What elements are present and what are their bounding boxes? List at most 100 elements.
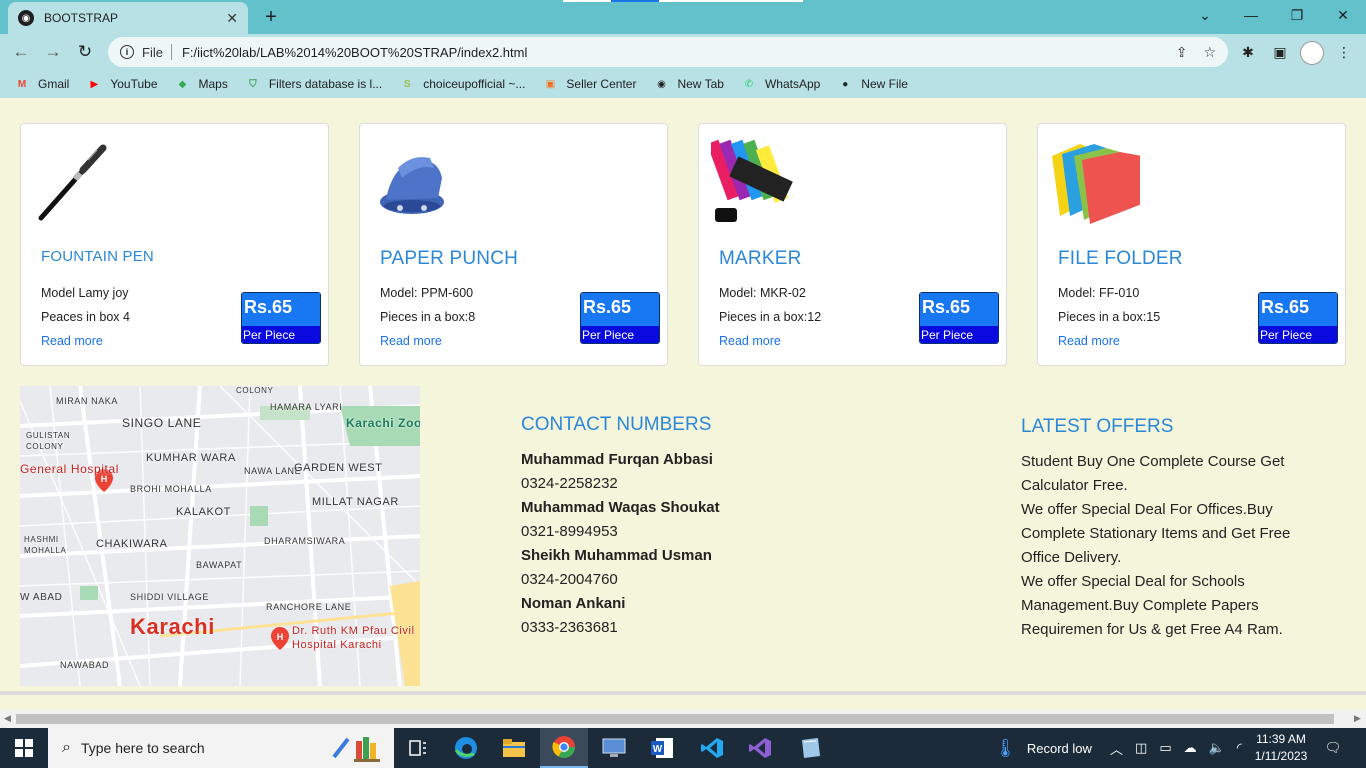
map-label: BAWAPAT	[196, 560, 243, 570]
chevron-up-icon[interactable]: ︿	[1110, 739, 1123, 758]
word-icon[interactable]: W	[638, 728, 686, 768]
restore-button[interactable]: ❐	[1274, 0, 1320, 30]
bookmark-item[interactable]: ▣ Seller Center	[542, 77, 637, 91]
search-highlight-icon[interactable]	[318, 728, 390, 768]
extensions-icon[interactable]: ✱	[1238, 42, 1258, 62]
svg-text:W: W	[653, 744, 663, 755]
contact-entry: Sheikh Muhammad Usman 0324-2004760	[521, 544, 821, 592]
gmail-icon: M	[17, 78, 27, 90]
windows-start-button[interactable]	[0, 728, 48, 768]
scrollbar-thumb[interactable]	[16, 714, 1334, 724]
contact-entry: Noman Ankani 0333-2363681	[521, 592, 821, 640]
bookmark-label: Maps	[198, 77, 228, 91]
tab-search-chevron-icon[interactable]: ⌄	[1182, 0, 1228, 30]
read-more-link[interactable]: Read more	[380, 334, 442, 348]
menu-icon[interactable]: ⋮	[1334, 42, 1354, 62]
remote-desktop-icon[interactable]	[590, 728, 638, 768]
read-more-link[interactable]: Read more	[719, 334, 781, 348]
tab-hint	[563, 0, 611, 2]
minimize-button[interactable]: —	[1228, 0, 1274, 30]
shopify-icon: S	[403, 78, 411, 90]
bookmark-item[interactable]: M Gmail	[14, 77, 70, 91]
map-label: MILLAT NAGAR	[312, 496, 399, 508]
map-label: Karachi	[130, 614, 215, 639]
battery-icon[interactable]: ▭	[1159, 740, 1171, 756]
globe-icon: ◉	[657, 78, 666, 90]
file-explorer-icon[interactable]	[490, 728, 538, 768]
notifications-icon[interactable]: 🗨	[1322, 728, 1344, 768]
address-bar[interactable]: i File F:/iict%20lab/LAB%2014%20BOOT%20S…	[108, 37, 1228, 67]
tab-hint-active	[611, 0, 659, 2]
close-window-button[interactable]: ✕	[1320, 0, 1366, 30]
contact-entry: Muhammad Waqas Shoukat 0321-8994953	[521, 496, 821, 544]
product-title: FOUNTAIN PEN	[41, 248, 154, 265]
product-pieces: Peaces in box 4	[41, 310, 130, 324]
scroll-left-icon[interactable]: ◀	[4, 713, 11, 724]
globe-icon: ◉	[18, 10, 34, 26]
price-badge: Rs.65 Per Piece	[919, 292, 999, 344]
store-icon: ▣	[545, 78, 556, 90]
wifi-icon[interactable]: ◜	[1237, 740, 1242, 756]
meet-now-icon[interactable]: ◫	[1135, 740, 1147, 756]
notes-app-icon[interactable]	[786, 728, 834, 768]
map-embed[interactable]: H H COLONY MIRAN NAKA HAMARA LYARI Karachi …	[20, 386, 420, 686]
side-panel-icon[interactable]: ▣	[1270, 42, 1290, 62]
bookmark-label: choiceupofficial ~...	[423, 77, 526, 91]
star-icon[interactable]: ☆	[1203, 44, 1216, 61]
map-label: HAMARA LYARI	[270, 402, 343, 412]
punch-image	[380, 157, 444, 214]
read-more-link[interactable]: Read more	[41, 334, 103, 348]
bookmark-item[interactable]: ◆ Maps	[175, 77, 228, 91]
url-text[interactable]: F:/iict%20lab/LAB%2014%20BOOT%20STRAP/in…	[182, 45, 1160, 60]
close-tab-icon[interactable]: ✕	[226, 10, 238, 27]
horizontal-scrollbar[interactable]: ◀ ▶	[0, 710, 1366, 728]
clock[interactable]: 11:39 AM 1/11/2023	[1248, 731, 1314, 765]
url-scheme: File	[142, 44, 163, 60]
product-title: MARKER	[719, 248, 802, 269]
map-label: GULISTAN COLONY	[26, 431, 71, 451]
new-tab-button[interactable]: +	[258, 4, 284, 30]
vscode-icon[interactable]	[688, 728, 736, 768]
whatsapp-icon: ✆	[744, 78, 754, 90]
map-label: KUMHAR WARA	[146, 452, 236, 464]
product-pieces: Pieces in a box:8	[380, 310, 476, 324]
taskbar: ⌕ Type here to search W 🌡 Record low ︿ ◫…	[0, 728, 1366, 768]
avatar[interactable]	[1300, 41, 1324, 65]
share-icon[interactable]: ⇪	[1176, 44, 1188, 61]
weather-widget[interactable]: 🌡 Record low	[994, 728, 1092, 768]
youtube-icon: ▶	[90, 78, 99, 90]
price-badge: Rs.65 Per Piece	[241, 292, 321, 344]
folder-image	[1052, 144, 1140, 224]
bookmark-label: YouTube	[110, 77, 158, 91]
chrome-icon[interactable]	[540, 728, 588, 768]
forward-button[interactable]: →	[40, 39, 66, 65]
contact-name: Noman Ankani	[521, 595, 626, 612]
scroll-right-icon[interactable]: ▶	[1354, 713, 1361, 724]
pen-image	[38, 144, 107, 221]
product-title: PAPER PUNCH	[380, 248, 519, 269]
read-more-link[interactable]: Read more	[1058, 334, 1120, 348]
github-icon: ●	[842, 78, 849, 90]
bookmark-label: Gmail	[38, 77, 70, 91]
bookmark-item[interactable]: ⛉ Filters database is l...	[245, 77, 382, 91]
volume-icon[interactable]: 🔈	[1209, 740, 1225, 756]
bookmark-label: New File	[861, 77, 908, 91]
bookmark-label: WhatsApp	[764, 77, 821, 91]
bookmark-item[interactable]: ● New File	[837, 77, 908, 91]
contact-section: CONTACT NUMBERS Muhammad Furqan Abbasi 0…	[521, 414, 821, 640]
browser-tab[interactable]: ◉ BOOTSTRAP ✕	[8, 2, 248, 34]
bookmark-item[interactable]: ✆ WhatsApp	[741, 77, 821, 91]
bookmark-item[interactable]: ◉ New Tab	[653, 77, 724, 91]
onedrive-icon[interactable]: ☁	[1184, 740, 1197, 756]
reload-button[interactable]: ↻	[72, 39, 98, 65]
map-label: CHAKIWARA	[96, 538, 168, 550]
visual-studio-icon[interactable]	[736, 728, 784, 768]
edge-icon[interactable]	[442, 728, 490, 768]
bookmark-item[interactable]: ▶ YouTube	[86, 77, 157, 91]
task-view-icon[interactable]	[394, 728, 442, 768]
info-icon[interactable]: i	[120, 45, 134, 59]
bookmark-item[interactable]: Schoiceupofficial ~...	[399, 77, 526, 91]
back-button[interactable]: ←	[8, 39, 34, 65]
svg-text:H: H	[277, 632, 284, 642]
tab-strip: ◉ BOOTSTRAP ✕ + ⌄ — ❐ ✕	[0, 0, 1366, 34]
